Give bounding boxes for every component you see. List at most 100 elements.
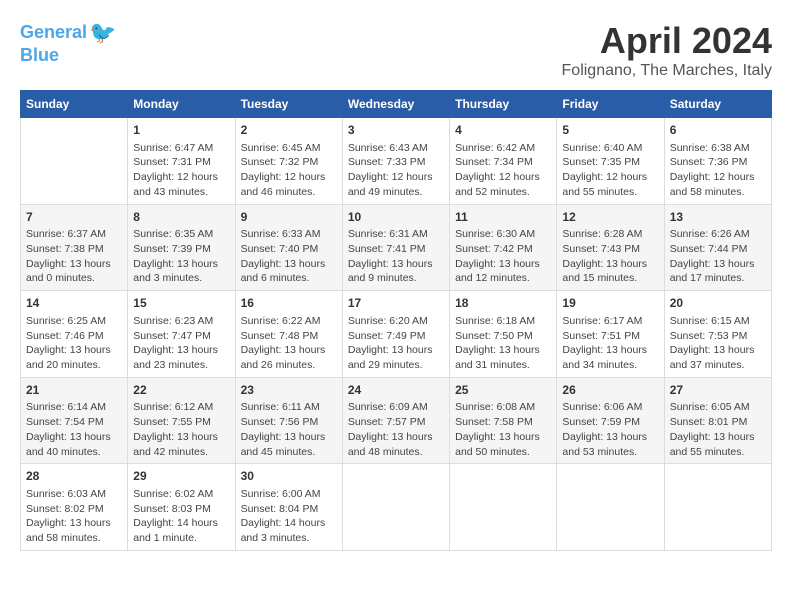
calendar-cell: 15Sunrise: 6:23 AM Sunset: 7:47 PM Dayli…: [128, 291, 235, 378]
day-number: 13: [670, 209, 766, 226]
calendar-cell: 6 Sunrise: 6:38 AM Sunset: 7:36 PM Daylig…: [664, 118, 771, 205]
day-number: 8: [133, 209, 229, 226]
day-info: Sunrise: 6:28 AM Sunset: 7:43 PM Dayligh…: [562, 227, 658, 286]
day-number: 11: [455, 209, 551, 226]
day-info: Sunrise: 6:12 AM Sunset: 7:55 PM Dayligh…: [133, 400, 229, 459]
header-monday: Monday: [128, 91, 235, 118]
day-info: Sunrise: 6:17 AM Sunset: 7:51 PM Dayligh…: [562, 314, 658, 373]
day-info: Sunrise: 6:42 AM Sunset: 7:34 PM Dayligh…: [455, 141, 551, 200]
day-info: Sunrise: 6:06 AM Sunset: 7:59 PM Dayligh…: [562, 400, 658, 459]
day-info: Sunrise: 6:30 AM Sunset: 7:42 PM Dayligh…: [455, 227, 551, 286]
day-info: Sunrise: 6:14 AM Sunset: 7:54 PM Dayligh…: [26, 400, 122, 459]
day-info: Sunrise: 6:33 AM Sunset: 7:40 PM Dayligh…: [241, 227, 337, 286]
calendar-cell: 19Sunrise: 6:17 AM Sunset: 7:51 PM Dayli…: [557, 291, 664, 378]
day-info: Sunrise: 6:38 AM Sunset: 7:36 PM Dayligh…: [670, 141, 766, 200]
day-number: 24: [348, 382, 444, 399]
calendar-cell: 16Sunrise: 6:22 AM Sunset: 7:48 PM Dayli…: [235, 291, 342, 378]
calendar-cell: 30 Sunrise: 6:00 AM Sunset: 8:04 PM Dayli…: [235, 464, 342, 551]
calendar-cell: 1Sunrise: 6:47 AM Sunset: 7:31 PM Daylig…: [128, 118, 235, 205]
calendar-cell: 20 Sunrise: 6:15 AM Sunset: 7:53 PM Dayli…: [664, 291, 771, 378]
calendar-cell: [21, 118, 128, 205]
calendar-cell: 10Sunrise: 6:31 AM Sunset: 7:41 PM Dayli…: [342, 204, 449, 291]
day-info: Sunrise: 6:22 AM Sunset: 7:48 PM Dayligh…: [241, 314, 337, 373]
day-number: 18: [455, 295, 551, 312]
day-number: 12: [562, 209, 658, 226]
day-number: 1: [133, 122, 229, 139]
calendar-cell: 21Sunrise: 6:14 AM Sunset: 7:54 PM Dayli…: [21, 377, 128, 464]
day-info: Sunrise: 6:03 AM Sunset: 8:02 PM Dayligh…: [26, 487, 122, 546]
calendar-cell: 5 Sunrise: 6:40 AM Sunset: 7:35 PM Daylig…: [557, 118, 664, 205]
day-number: 29: [133, 468, 229, 485]
day-number: 26: [562, 382, 658, 399]
header-tuesday: Tuesday: [235, 91, 342, 118]
day-info: Sunrise: 6:43 AM Sunset: 7:33 PM Dayligh…: [348, 141, 444, 200]
day-number: 28: [26, 468, 122, 485]
calendar-cell: 24Sunrise: 6:09 AM Sunset: 7:57 PM Dayli…: [342, 377, 449, 464]
day-info: Sunrise: 6:31 AM Sunset: 7:41 PM Dayligh…: [348, 227, 444, 286]
day-number: 17: [348, 295, 444, 312]
day-number: 15: [133, 295, 229, 312]
day-info: Sunrise: 6:05 AM Sunset: 8:01 PM Dayligh…: [670, 400, 766, 459]
day-info: Sunrise: 6:26 AM Sunset: 7:44 PM Dayligh…: [670, 227, 766, 286]
header-saturday: Saturday: [664, 91, 771, 118]
day-info: Sunrise: 6:20 AM Sunset: 7:49 PM Dayligh…: [348, 314, 444, 373]
calendar-cell: 8Sunrise: 6:35 AM Sunset: 7:39 PM Daylig…: [128, 204, 235, 291]
calendar-week-row: 28 Sunrise: 6:03 AM Sunset: 8:02 PM Dayli…: [21, 464, 772, 551]
day-info: Sunrise: 6:02 AM Sunset: 8:03 PM Dayligh…: [133, 487, 229, 546]
calendar-cell: 17 Sunrise: 6:20 AM Sunset: 7:49 PM Dayli…: [342, 291, 449, 378]
calendar-cell: [557, 464, 664, 551]
title-block: April 2024 Folignano, The Marches, Italy: [562, 20, 772, 80]
day-number: 6: [670, 122, 766, 139]
day-number: 7: [26, 209, 122, 226]
day-number: 20: [670, 295, 766, 312]
day-info: Sunrise: 6:15 AM Sunset: 7:53 PM Dayligh…: [670, 314, 766, 373]
day-number: 10: [348, 209, 444, 226]
day-info: Sunrise: 6:37 AM Sunset: 7:38 PM Dayligh…: [26, 227, 122, 286]
day-number: 30: [241, 468, 337, 485]
day-info: Sunrise: 6:11 AM Sunset: 7:56 PM Dayligh…: [241, 400, 337, 459]
calendar-cell: 11Sunrise: 6:30 AM Sunset: 7:42 PM Dayli…: [450, 204, 557, 291]
calendar-cell: 13Sunrise: 6:26 AM Sunset: 7:44 PM Dayli…: [664, 204, 771, 291]
main-title: April 2024: [562, 20, 772, 62]
header-sunday: Sunday: [21, 91, 128, 118]
day-number: 5: [562, 122, 658, 139]
day-number: 3: [348, 122, 444, 139]
page-header: General 🐦 Blue April 2024 Folignano, The…: [20, 20, 772, 80]
calendar-cell: 7Sunrise: 6:37 AM Sunset: 7:38 PM Daylig…: [21, 204, 128, 291]
day-info: Sunrise: 6:18 AM Sunset: 7:50 PM Dayligh…: [455, 314, 551, 373]
calendar-cell: 14Sunrise: 6:25 AM Sunset: 7:46 PM Dayli…: [21, 291, 128, 378]
day-info: Sunrise: 6:40 AM Sunset: 7:35 PM Dayligh…: [562, 141, 658, 200]
day-info: Sunrise: 6:35 AM Sunset: 7:39 PM Dayligh…: [133, 227, 229, 286]
day-number: 14: [26, 295, 122, 312]
logo-text2: Blue: [20, 46, 116, 66]
calendar-cell: 9Sunrise: 6:33 AM Sunset: 7:40 PM Daylig…: [235, 204, 342, 291]
logo-text: General: [20, 23, 87, 43]
day-number: 25: [455, 382, 551, 399]
calendar-cell: 28 Sunrise: 6:03 AM Sunset: 8:02 PM Dayli…: [21, 464, 128, 551]
day-info: Sunrise: 6:09 AM Sunset: 7:57 PM Dayligh…: [348, 400, 444, 459]
day-number: 27: [670, 382, 766, 399]
calendar-cell: 4Sunrise: 6:42 AM Sunset: 7:34 PM Daylig…: [450, 118, 557, 205]
logo: General 🐦 Blue: [20, 20, 116, 66]
header-friday: Friday: [557, 91, 664, 118]
subtitle: Folignano, The Marches, Italy: [562, 62, 772, 80]
header-wednesday: Wednesday: [342, 91, 449, 118]
calendar-cell: 22Sunrise: 6:12 AM Sunset: 7:55 PM Dayli…: [128, 377, 235, 464]
day-number: 9: [241, 209, 337, 226]
calendar-cell: [342, 464, 449, 551]
calendar-cell: 23Sunrise: 6:11 AM Sunset: 7:56 PM Dayli…: [235, 377, 342, 464]
day-info: Sunrise: 6:00 AM Sunset: 8:04 PM Dayligh…: [241, 487, 337, 546]
calendar-cell: 26Sunrise: 6:06 AM Sunset: 7:59 PM Dayli…: [557, 377, 664, 464]
header-thursday: Thursday: [450, 91, 557, 118]
calendar-cell: 3 Sunrise: 6:43 AM Sunset: 7:33 PM Daylig…: [342, 118, 449, 205]
calendar-cell: 27Sunrise: 6:05 AM Sunset: 8:01 PM Dayli…: [664, 377, 771, 464]
calendar-cell: [450, 464, 557, 551]
day-number: 2: [241, 122, 337, 139]
calendar-week-row: 21Sunrise: 6:14 AM Sunset: 7:54 PM Dayli…: [21, 377, 772, 464]
calendar-table: SundayMondayTuesdayWednesdayThursdayFrid…: [20, 90, 772, 551]
day-info: Sunrise: 6:08 AM Sunset: 7:58 PM Dayligh…: [455, 400, 551, 459]
calendar-cell: [664, 464, 771, 551]
calendar-cell: 18 Sunrise: 6:18 AM Sunset: 7:50 PM Dayli…: [450, 291, 557, 378]
day-number: 21: [26, 382, 122, 399]
logo-bird-icon: 🐦: [89, 20, 116, 46]
